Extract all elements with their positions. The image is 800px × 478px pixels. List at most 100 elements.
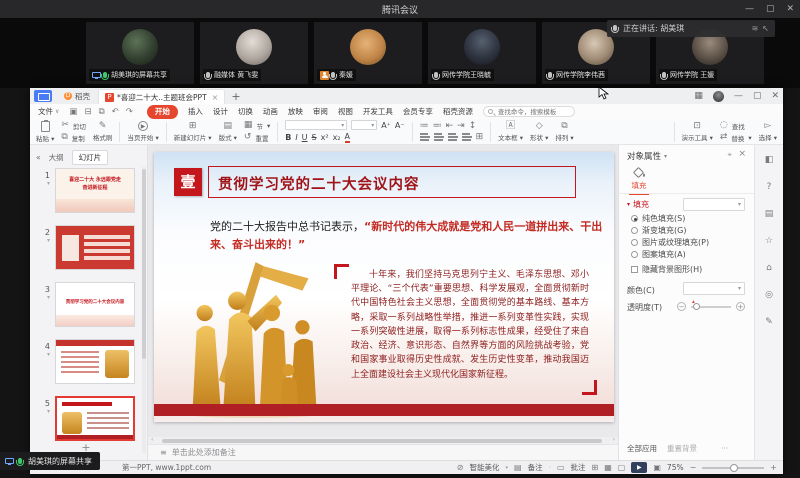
notes-button[interactable]: 备注 bbox=[528, 462, 543, 473]
align-left-icon[interactable] bbox=[420, 136, 430, 137]
view-sorter-icon[interactable]: ▦ bbox=[604, 463, 612, 472]
copy-button[interactable]: ⧉复制 bbox=[61, 133, 86, 143]
view-normal-icon[interactable]: ⊞ bbox=[592, 463, 599, 472]
wps-close-icon[interactable]: ✕ bbox=[771, 91, 779, 101]
arrange-button[interactable]: ⧉ 排列 ▾ bbox=[555, 122, 573, 142]
select-button[interactable]: ▻ 选择 ▾ bbox=[759, 122, 777, 142]
tab-slideshow[interactable]: 放映 bbox=[288, 106, 303, 117]
increase-font-icon[interactable]: A⁺ bbox=[381, 121, 391, 130]
number-list-icon[interactable]: ≕ bbox=[433, 122, 442, 131]
collapse-panel-icon[interactable]: « bbox=[36, 153, 41, 162]
slide-thumbnail-5-selected[interactable] bbox=[55, 396, 135, 441]
play-from-page-button[interactable]: ▶ 当页开始 ▾ bbox=[127, 121, 158, 142]
undo-icon[interactable]: ↶ bbox=[112, 107, 119, 117]
file-menu[interactable]: 文件∨ bbox=[38, 106, 59, 117]
apply-all-button[interactable]: 全部应用 bbox=[627, 443, 657, 454]
participant-tile[interactable]: 秦媛 bbox=[313, 21, 423, 85]
horizontal-scrollbar[interactable]: ‹ › bbox=[148, 437, 618, 444]
tab-insert[interactable]: 插入 bbox=[188, 106, 203, 117]
transparency-plus[interactable]: + bbox=[736, 302, 745, 311]
tab-slides[interactable]: 幻灯片 bbox=[72, 150, 109, 165]
paste-button[interactable]: 粘贴 ▾ bbox=[36, 121, 54, 143]
panel-title[interactable]: 对象属性▾ bbox=[627, 150, 667, 162]
more-options-icon[interactable]: ··· bbox=[721, 444, 728, 453]
option-gradient-fill[interactable]: 渐变填充(G) bbox=[631, 225, 686, 236]
zoom-slider[interactable] bbox=[702, 467, 764, 469]
scrollbar-thumb[interactable] bbox=[162, 439, 602, 443]
tab-view[interactable]: 视图 bbox=[338, 106, 353, 117]
comments-button[interactable]: 批注 bbox=[571, 462, 586, 473]
command-search[interactable] bbox=[483, 106, 575, 117]
tab-outline[interactable]: 大纲 bbox=[49, 152, 64, 163]
fit-window-icon[interactable]: ▣ bbox=[653, 463, 661, 472]
font-family-select[interactable]: ▾ bbox=[285, 120, 347, 130]
close-icon[interactable]: ✕ bbox=[786, 4, 794, 14]
underline-button[interactable]: U bbox=[302, 133, 308, 142]
tab-docer[interactable]: D 稻壳 bbox=[56, 88, 98, 104]
collapse-icon[interactable]: ↖ bbox=[762, 24, 769, 33]
close-panel-icon[interactable]: × bbox=[738, 149, 746, 159]
outline-pane-icon[interactable]: ▤ bbox=[765, 209, 774, 219]
wps-home-button[interactable] bbox=[34, 90, 52, 102]
align-right-icon[interactable] bbox=[448, 136, 458, 137]
pin-icon[interactable]: ⌖ bbox=[727, 150, 732, 160]
export-icon[interactable]: ⧉ bbox=[99, 107, 105, 117]
zoom-out-icon[interactable]: − bbox=[690, 463, 697, 472]
strikethrough-button[interactable]: S bbox=[312, 133, 317, 142]
slide-thumbnail-4[interactable] bbox=[55, 339, 135, 384]
notes-bar[interactable]: ≡ 单击此处添加备注 bbox=[148, 444, 618, 460]
bold-button[interactable]: B bbox=[285, 133, 291, 142]
textbox-button[interactable]: 🄰 文本框 ▾ bbox=[498, 122, 523, 142]
slide-thumbnail-1[interactable]: 喜迎二十大 永远跟党走奋进新征程 bbox=[55, 168, 135, 213]
align-center-icon[interactable] bbox=[434, 136, 444, 137]
favorites-icon[interactable]: ☆ bbox=[765, 236, 773, 246]
reset-background-button[interactable]: 重置背景 bbox=[667, 443, 697, 454]
color-select[interactable]: ▾ bbox=[683, 282, 745, 295]
slide-thumbnail-2[interactable] bbox=[55, 225, 135, 270]
layout-button[interactable]: ▤ 版式 ▾ bbox=[219, 122, 237, 142]
print-icon[interactable]: ⊟ bbox=[84, 107, 91, 117]
close-tab-icon[interactable]: × bbox=[212, 93, 219, 102]
search-input[interactable] bbox=[496, 107, 572, 117]
participant-tile[interactable]: 胡美琪的屏幕共享 bbox=[85, 21, 195, 85]
tab-transition[interactable]: 切换 bbox=[238, 106, 253, 117]
tab-developer[interactable]: 开发工具 bbox=[363, 106, 393, 117]
panel-scrollbar[interactable] bbox=[142, 167, 146, 453]
align-justify-icon[interactable] bbox=[462, 136, 472, 137]
save-icon[interactable]: ▣ bbox=[69, 107, 77, 117]
new-tab-button[interactable]: + bbox=[231, 90, 240, 103]
tab-docer-res[interactable]: 稻壳资源 bbox=[443, 106, 473, 117]
home-pane-icon[interactable]: ⌂ bbox=[766, 263, 772, 273]
workspace-icon[interactable]: ▦ bbox=[694, 91, 703, 101]
outdent-icon[interactable]: ⇤ bbox=[446, 122, 454, 131]
option-solid-fill[interactable]: 纯色填充(S) bbox=[631, 213, 685, 224]
slideshow-play-button[interactable]: ▶ bbox=[631, 462, 647, 473]
format-painter-button[interactable]: ✎ 格式刷 bbox=[93, 122, 113, 142]
reset-button[interactable]: ↺重置 bbox=[244, 133, 270, 143]
replace-button[interactable]: ⇄替换 ▾ bbox=[720, 133, 752, 143]
font-size-select[interactable]: ▾ bbox=[351, 120, 377, 130]
fill-preset-select[interactable]: ▾ bbox=[683, 198, 745, 211]
new-slide-button[interactable]: ⊞ 新建幻灯片 ▾ bbox=[174, 122, 212, 142]
line-spacing-icon[interactable]: ↕ bbox=[469, 122, 477, 131]
bullet-list-icon[interactable]: ≔ bbox=[420, 122, 429, 131]
indent-icon[interactable]: ⇥ bbox=[457, 122, 465, 131]
transparency-minus[interactable]: − bbox=[677, 302, 686, 311]
slider-handle[interactable] bbox=[693, 303, 700, 310]
italic-button[interactable]: I bbox=[295, 133, 297, 142]
tab-review[interactable]: 审阅 bbox=[313, 106, 328, 117]
wps-maximize-icon[interactable]: ▢ bbox=[753, 91, 762, 101]
slide-canvas[interactable]: 壹 贯彻学习党的二十大会议内容 党的二十大报告中总书记表示，“新时代的伟大成就是… bbox=[154, 152, 614, 422]
transparency-slider[interactable]: ▴ bbox=[691, 306, 731, 308]
minimize-icon[interactable]: — bbox=[745, 4, 754, 14]
participant-tile[interactable]: 融媒体 黄飞雯 bbox=[199, 21, 309, 85]
find-button[interactable]: ◌查找 bbox=[720, 121, 752, 131]
tab-member[interactable]: 会员专享 bbox=[403, 106, 433, 117]
properties-pane-icon[interactable]: ◧ bbox=[765, 155, 774, 165]
edit-pane-icon[interactable]: ✎ bbox=[765, 317, 773, 327]
maximize-icon[interactable]: ▢ bbox=[766, 4, 775, 14]
option-picture-fill[interactable]: 图片或纹理填充(P) bbox=[631, 237, 709, 248]
zoom-handle[interactable] bbox=[730, 464, 738, 472]
option-pattern-fill[interactable]: 图案填充(A) bbox=[631, 249, 686, 260]
tab-animation[interactable]: 动画 bbox=[263, 106, 278, 117]
